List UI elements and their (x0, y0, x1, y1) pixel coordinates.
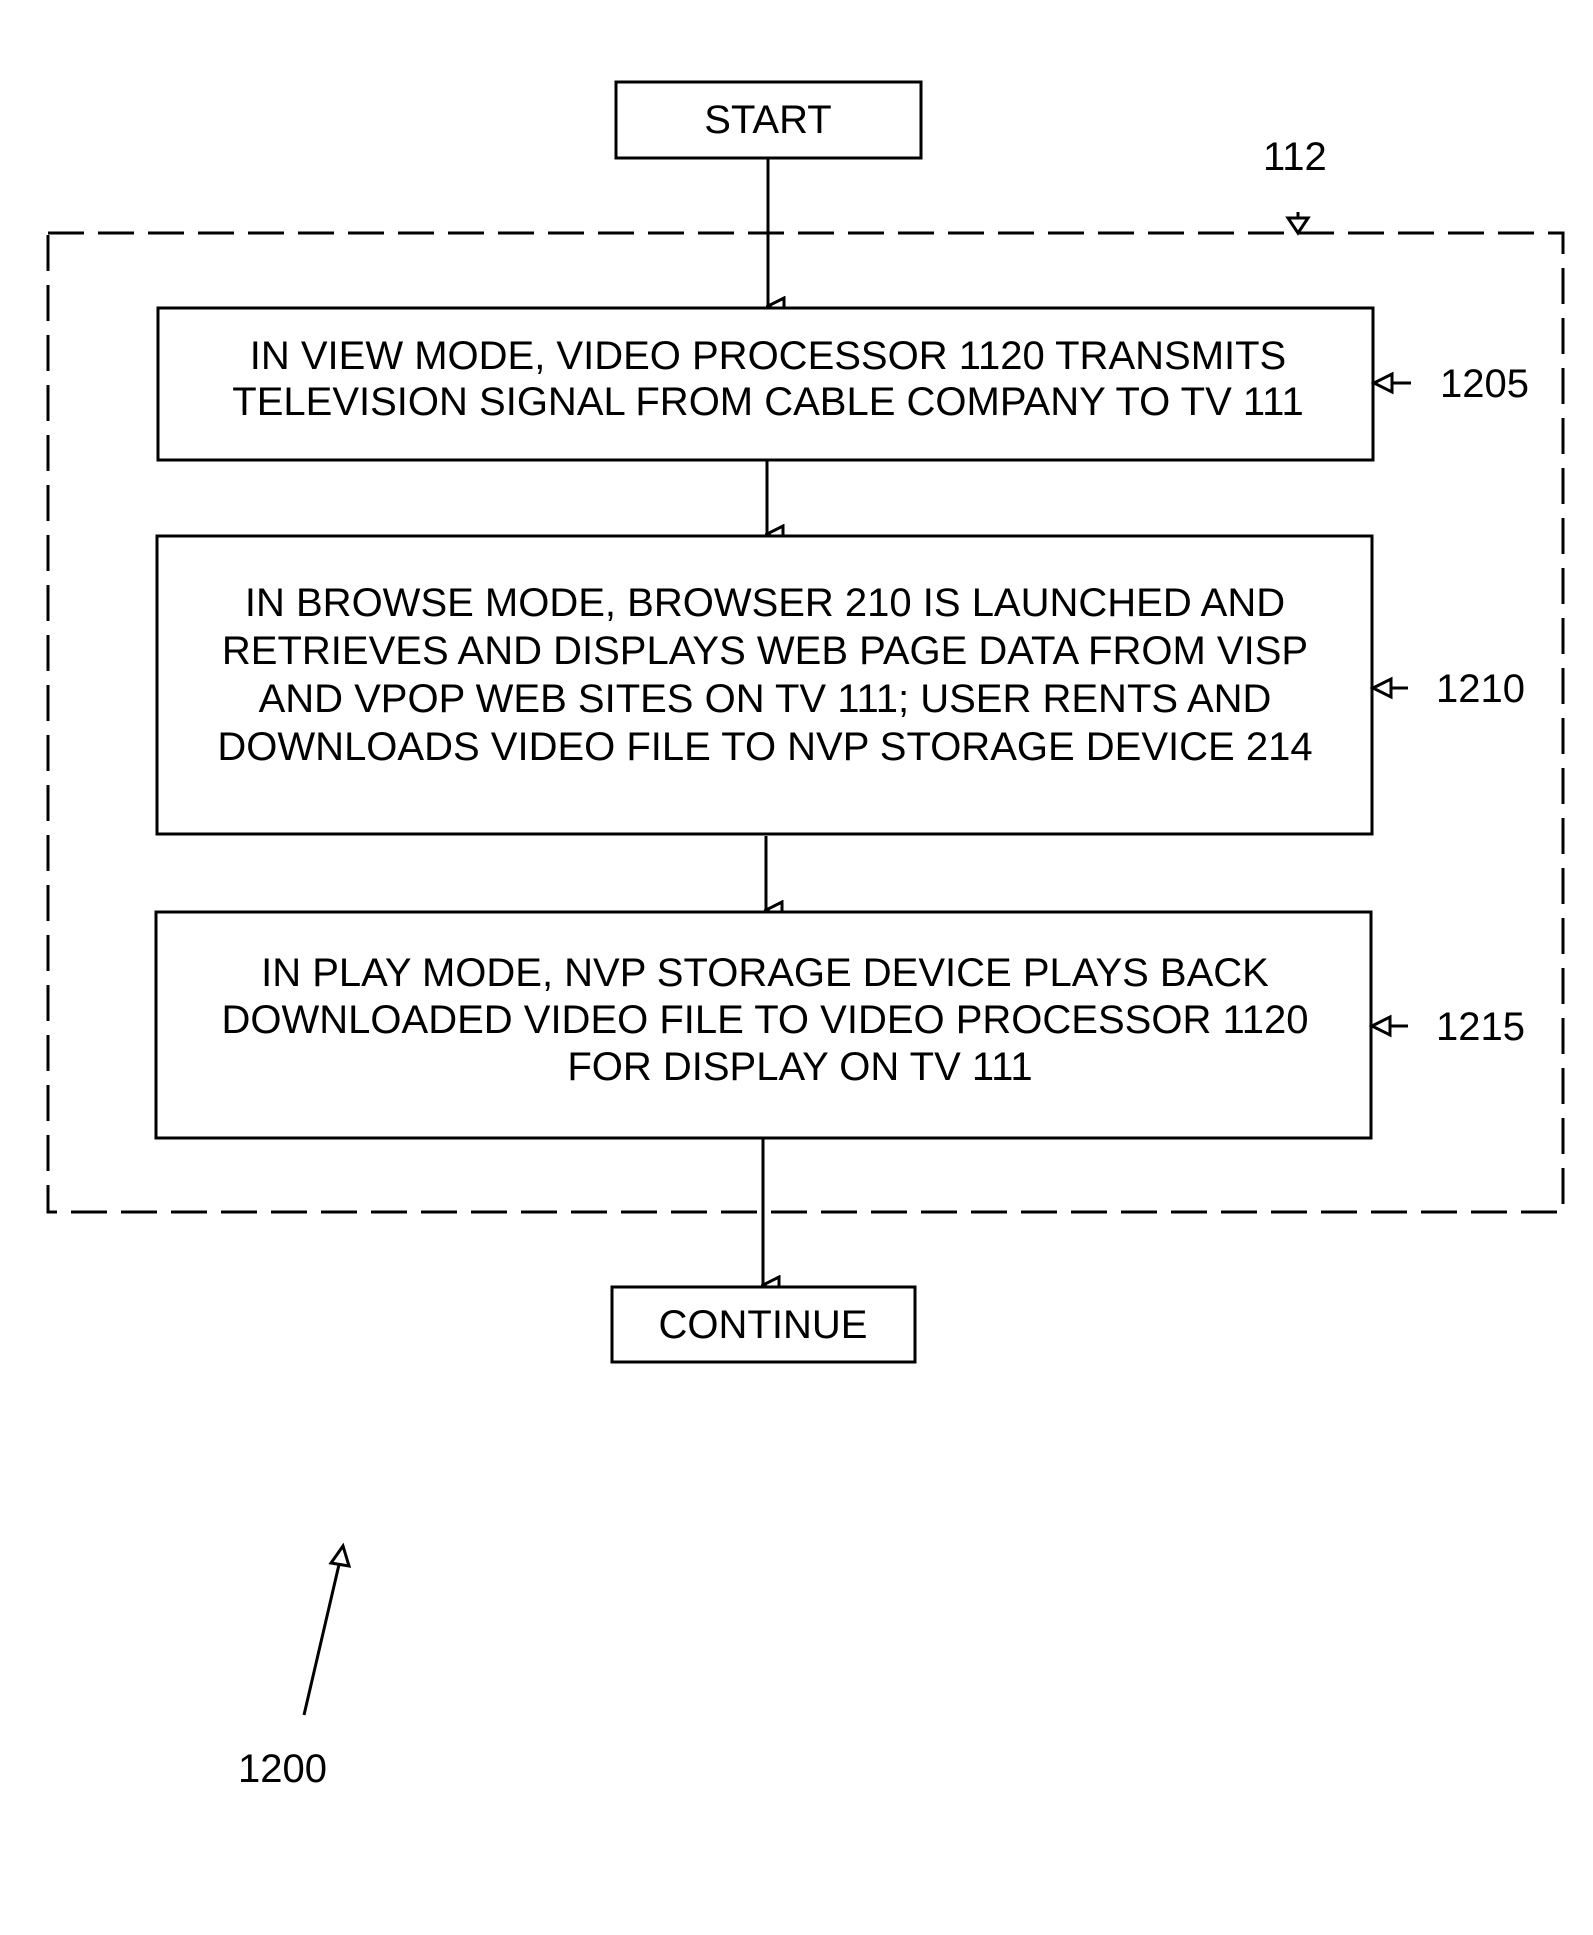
step-ref-label: 1205 (1440, 362, 1529, 406)
step-text-line: IN PLAY MODE, NVP STORAGE DEVICE PLAYS B… (261, 951, 1269, 995)
start-label: START (704, 98, 831, 142)
step-ref-arrowhead-icon (1369, 676, 1393, 700)
step-text-line: TELEVISION SIGNAL FROM CABLE COMPANY TO … (232, 380, 1303, 424)
step-text-line: IN BROWSE MODE, BROWSER 210 IS LAUNCHED … (245, 581, 1285, 625)
continue-terminal: CONTINUE (610, 1285, 917, 1364)
group-label-112: 112 (1263, 135, 1327, 236)
step-1215: IN PLAY MODE, NVP STORAGE DEVICE PLAYS B… (154, 910, 1525, 1140)
figure-reference: 1200 (238, 1542, 352, 1791)
step-text-line: RETRIEVES AND DISPLAYS WEB PAGE DATA FRO… (222, 629, 1308, 673)
step-1205: IN VIEW MODE, VIDEO PROCESSOR 1120 TRANS… (156, 306, 1529, 462)
step-ref-arrowhead-icon (1368, 1014, 1392, 1038)
flowchart-diagram: START 112 IN VIEW MODE, VIDEO PROCESSOR … (46, 80, 1565, 1791)
step-1210: IN BROWSE MODE, BROWSER 210 IS LAUNCHED … (155, 534, 1525, 836)
step-text-line: AND VPOP WEB SITES ON TV 111; USER RENTS… (259, 677, 1272, 721)
figure-ref-label: 1200 (238, 1747, 327, 1791)
step-text-line: DOWNLOADS VIDEO FILE TO NVP STORAGE DEVI… (217, 725, 1312, 769)
group-pointer-arrowhead-icon (1285, 216, 1311, 236)
step-ref-arrowhead-icon (1370, 371, 1394, 395)
step-text-line: DOWNLOADED VIDEO FILE TO VIDEO PROCESSOR… (222, 998, 1309, 1042)
continue-label: CONTINUE (659, 1303, 868, 1347)
step-ref-label: 1215 (1436, 1005, 1525, 1049)
step-ref-label: 1210 (1436, 667, 1525, 711)
group-label: 112 (1263, 135, 1327, 179)
figure-ref-arrowhead-icon (328, 1542, 352, 1568)
start-terminal: START (614, 80, 923, 160)
step-text-line: FOR DISPLAY ON TV 111 (567, 1045, 1032, 1089)
figure-ref-arrow-icon (302, 1555, 343, 1716)
step-text-line: IN VIEW MODE, VIDEO PROCESSOR 1120 TRANS… (250, 334, 1287, 378)
